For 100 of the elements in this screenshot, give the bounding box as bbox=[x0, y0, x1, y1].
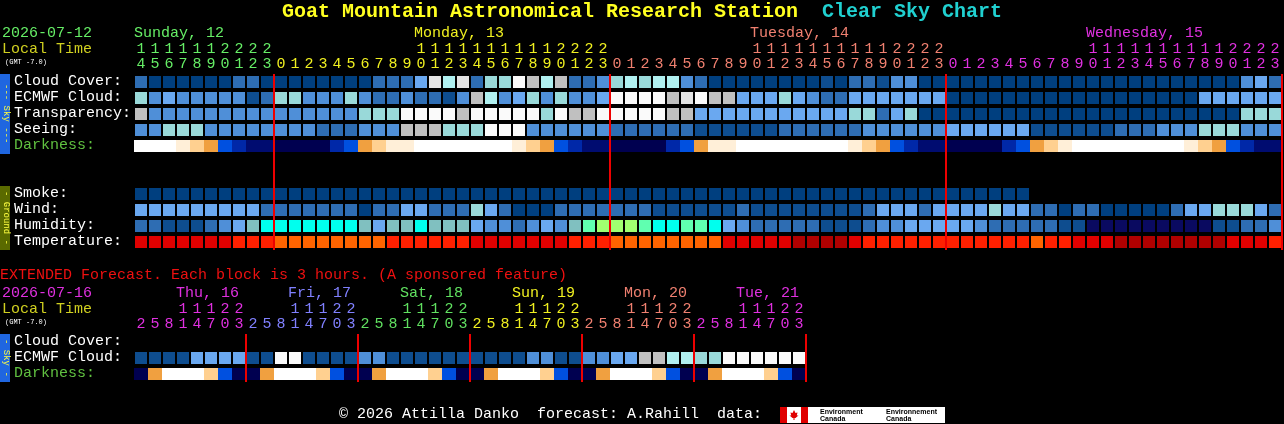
hour-digit: 7 bbox=[1045, 58, 1057, 72]
hour-digit: 1 bbox=[877, 42, 889, 58]
hour-digit: 7 bbox=[317, 318, 329, 332]
hour-digit: 1 bbox=[541, 42, 553, 58]
hour-digit: 0 bbox=[555, 318, 567, 332]
hour-digit: 2 bbox=[331, 302, 343, 318]
hour-digit: 2 bbox=[233, 42, 245, 58]
hour-digit: 1 bbox=[191, 42, 203, 58]
row-label: Temperature: bbox=[14, 234, 123, 250]
hour-digit: 7 bbox=[653, 318, 665, 332]
hour-digit: 7 bbox=[765, 318, 777, 332]
hour-digit: 1 bbox=[625, 58, 637, 72]
hour-digit: 1 bbox=[849, 42, 861, 58]
hour-digit: 3 bbox=[933, 58, 945, 72]
hour-digit: 8 bbox=[723, 58, 735, 72]
hour-digit: 1 bbox=[821, 42, 833, 58]
hour-digit: 1 bbox=[163, 42, 175, 58]
hour-digit: 1 bbox=[765, 302, 777, 318]
hour-digit: 2 bbox=[135, 318, 147, 332]
hour-digit: 1 bbox=[1185, 42, 1197, 58]
hour-digit: 3 bbox=[569, 318, 581, 332]
hour-digit: 2 bbox=[933, 42, 945, 58]
row-label: Darkness: bbox=[14, 366, 95, 382]
hour-digit: 1 bbox=[653, 302, 665, 318]
hour-digit: 1 bbox=[569, 58, 581, 72]
hour-digit: 1 bbox=[1241, 58, 1253, 72]
hour-digit: 3 bbox=[317, 58, 329, 72]
hour-digit: 8 bbox=[1199, 58, 1211, 72]
hour-digit: 6 bbox=[695, 58, 707, 72]
hour-digit: 1 bbox=[1087, 42, 1099, 58]
hour-digit: 2 bbox=[219, 302, 231, 318]
hour-digit: 1 bbox=[905, 58, 917, 72]
hour-digit: 1 bbox=[751, 302, 763, 318]
day-label: Wednesday, 15 bbox=[1086, 26, 1204, 42]
hour-digit: 3 bbox=[233, 318, 245, 332]
row-label: Cloud Cover: bbox=[14, 74, 123, 90]
hour-digit: 1 bbox=[289, 318, 301, 332]
hour-digit: 2 bbox=[1115, 58, 1127, 72]
section-label: - Ground - bbox=[0, 186, 10, 250]
hour-digit: 8 bbox=[387, 58, 399, 72]
day-label: Sat, 18 bbox=[400, 286, 463, 302]
hour-digit: 2 bbox=[891, 42, 903, 58]
hour-digit: 3 bbox=[345, 318, 357, 332]
hour-digit: 2 bbox=[905, 42, 917, 58]
hour-digit: 5 bbox=[149, 58, 161, 72]
date-label: 2026-07-16 bbox=[2, 286, 92, 302]
row-label: Darkness: bbox=[14, 138, 95, 154]
hour-digit: 0 bbox=[555, 58, 567, 72]
hour-digit: 1 bbox=[429, 302, 441, 318]
hour-digit: 8 bbox=[527, 58, 539, 72]
hour-digit: 3 bbox=[653, 58, 665, 72]
data-credit: data: bbox=[717, 407, 763, 423]
hour-digit: 2 bbox=[695, 318, 707, 332]
hour-digit: 4 bbox=[807, 58, 819, 72]
hour-digit: 2 bbox=[1255, 42, 1267, 58]
hour-digit: 9 bbox=[541, 58, 553, 72]
hour-digit: 1 bbox=[835, 42, 847, 58]
hour-digit: 4 bbox=[471, 58, 483, 72]
hour-digit: 1 bbox=[429, 42, 441, 58]
hour-digit: 4 bbox=[527, 318, 539, 332]
hour-digit: 1 bbox=[639, 302, 651, 318]
hour-digit: 2 bbox=[779, 302, 791, 318]
hour-digit: 4 bbox=[751, 318, 763, 332]
hour-digit: 0 bbox=[219, 318, 231, 332]
hour-digit: 0 bbox=[331, 318, 343, 332]
hour-digit: 9 bbox=[737, 58, 749, 72]
day-label: Sunday, 12 bbox=[134, 26, 224, 42]
hour-digit: 2 bbox=[681, 302, 693, 318]
row-label: Humidity: bbox=[14, 218, 95, 234]
hour-digit: 1 bbox=[415, 42, 427, 58]
hour-digit: 5 bbox=[709, 318, 721, 332]
hour-digit: 7 bbox=[709, 58, 721, 72]
hour-digit: 9 bbox=[401, 58, 413, 72]
hour-digit: 1 bbox=[751, 42, 763, 58]
hour-digit: 6 bbox=[835, 58, 847, 72]
hour-digit: 5 bbox=[261, 318, 273, 332]
hour-digit: 4 bbox=[1143, 58, 1155, 72]
hour-digit: 2 bbox=[583, 42, 595, 58]
hour-digit: 3 bbox=[793, 318, 805, 332]
day-label: Tuesday, 14 bbox=[750, 26, 850, 42]
hour-digit: 0 bbox=[667, 318, 679, 332]
hour-digit: 2 bbox=[779, 58, 791, 72]
hour-digit: 3 bbox=[597, 58, 609, 72]
hour-digit: 1 bbox=[527, 42, 539, 58]
hour-digit: 1 bbox=[1199, 42, 1211, 58]
hour-digit: 6 bbox=[499, 58, 511, 72]
hour-digit: 3 bbox=[457, 318, 469, 332]
hour-digit: 4 bbox=[639, 318, 651, 332]
hour-digit: 1 bbox=[1143, 42, 1155, 58]
hour-digit: 8 bbox=[611, 318, 623, 332]
hour-digit: 1 bbox=[737, 302, 749, 318]
hour-digit: 1 bbox=[513, 318, 525, 332]
hour-digit: 2 bbox=[219, 42, 231, 58]
hour-digit: 2 bbox=[247, 58, 259, 72]
row-label: Wind: bbox=[14, 202, 59, 218]
hour-digit: 1 bbox=[289, 58, 301, 72]
hour-digit: 8 bbox=[275, 318, 287, 332]
hour-digit: 8 bbox=[163, 318, 175, 332]
hour-digit: 1 bbox=[457, 42, 469, 58]
hour-digit: 1 bbox=[205, 302, 217, 318]
